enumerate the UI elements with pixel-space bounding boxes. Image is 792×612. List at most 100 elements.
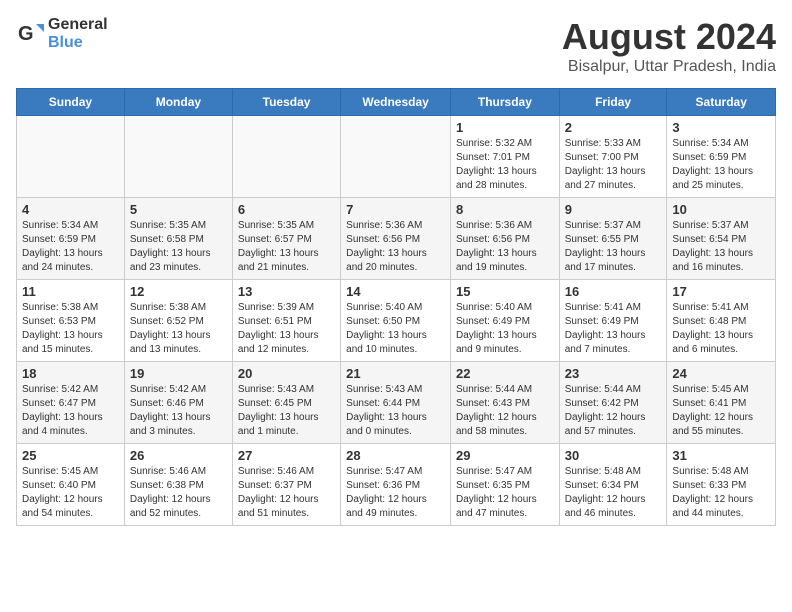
day-number: 9 — [565, 202, 662, 217]
calendar-cell: 18Sunrise: 5:42 AM Sunset: 6:47 PM Dayli… — [17, 362, 125, 444]
day-number: 23 — [565, 366, 662, 381]
day-number: 7 — [346, 202, 445, 217]
day-info: Sunrise: 5:34 AM Sunset: 6:59 PM Dayligh… — [22, 219, 119, 275]
calendar-cell: 2Sunrise: 5:33 AM Sunset: 7:00 PM Daylig… — [559, 116, 667, 198]
calendar-cell: 12 Sunrise: 5:38 AM Sunset: 6:52 PM Dayli… — [124, 280, 232, 362]
calendar-cell: 17 Sunrise: 5:41 AM Sunset: 6:48 PM Dayli… — [667, 280, 776, 362]
calendar-cell: 14Sunrise: 5:40 AM Sunset: 6:50 PM Dayli… — [341, 280, 451, 362]
calendar-cell — [232, 116, 340, 198]
day-number: 24 — [672, 366, 770, 381]
day-number: 20 — [238, 366, 335, 381]
week-row-5: 25 Sunrise: 5:45 AM Sunset: 6:40 PM Dayli… — [17, 444, 776, 526]
day-info: Sunrise: 5:37 AM Sunset: 6:54 PM Dayligh… — [672, 219, 770, 275]
day-info: Sunrise: 5:38 AM Sunset: 6:53 PM Dayligh… — [22, 301, 119, 357]
header-cell-friday: Friday — [559, 89, 667, 116]
header-cell-thursday: Thursday — [450, 89, 559, 116]
week-row-3: 11 Sunrise: 5:38 AM Sunset: 6:53 PM Dayli… — [17, 280, 776, 362]
calendar-cell: 25 Sunrise: 5:45 AM Sunset: 6:40 PM Dayli… — [17, 444, 125, 526]
calendar-header: SundayMondayTuesdayWednesdayThursdayFrid… — [17, 89, 776, 116]
day-info: Sunrise: 5:34 AM Sunset: 6:59 PM Dayligh… — [672, 137, 770, 193]
subtitle: Bisalpur, Uttar Pradesh, India — [562, 58, 776, 76]
calendar-cell: 3 Sunrise: 5:34 AM Sunset: 6:59 PM Daylig… — [667, 116, 776, 198]
logo-icon: G — [16, 20, 44, 48]
day-info: Sunrise: 5:43 AM Sunset: 6:44 PM Dayligh… — [346, 383, 445, 439]
calendar-cell: 1 Sunrise: 5:32 AM Sunset: 7:01 PM Daylig… — [450, 116, 559, 198]
calendar-cell: 29Sunrise: 5:47 AM Sunset: 6:35 PM Dayli… — [450, 444, 559, 526]
day-number: 18 — [22, 366, 119, 381]
day-info: Sunrise: 5:36 AM Sunset: 6:56 PM Dayligh… — [346, 219, 445, 275]
calendar-cell: 15Sunrise: 5:40 AM Sunset: 6:49 PM Dayli… — [450, 280, 559, 362]
calendar-cell: 20 Sunrise: 5:43 AM Sunset: 6:45 PM Dayli… — [232, 362, 340, 444]
header-cell-saturday: Saturday — [667, 89, 776, 116]
header: G General Blue August 2024 Bisalpur, Utt… — [16, 16, 776, 76]
calendar-cell: 16 Sunrise: 5:41 AM Sunset: 6:49 PM Dayli… — [559, 280, 667, 362]
day-number: 31 — [672, 448, 770, 463]
svg-text:G: G — [18, 23, 34, 45]
calendar-cell: 11 Sunrise: 5:38 AM Sunset: 6:53 PM Dayli… — [17, 280, 125, 362]
day-info: Sunrise: 5:48 AM Sunset: 6:33 PM Dayligh… — [672, 465, 770, 521]
day-info: Sunrise: 5:42 AM Sunset: 6:46 PM Dayligh… — [130, 383, 227, 439]
header-cell-monday: Monday — [124, 89, 232, 116]
day-number: 21 — [346, 366, 445, 381]
day-number: 1 — [456, 120, 554, 135]
calendar-cell: 6 Sunrise: 5:35 AM Sunset: 6:57 PM Daylig… — [232, 198, 340, 280]
main-title: August 2024 — [562, 16, 776, 58]
day-info: Sunrise: 5:44 AM Sunset: 6:43 PM Dayligh… — [456, 383, 554, 439]
day-info: Sunrise: 5:35 AM Sunset: 6:58 PM Dayligh… — [130, 219, 227, 275]
calendar-cell: 27 Sunrise: 5:46 AM Sunset: 6:37 PM Dayli… — [232, 444, 340, 526]
title-area: August 2024 Bisalpur, Uttar Pradesh, Ind… — [562, 16, 776, 76]
day-number: 16 — [565, 284, 662, 299]
day-info: Sunrise: 5:46 AM Sunset: 6:37 PM Dayligh… — [238, 465, 335, 521]
day-info: Sunrise: 5:48 AM Sunset: 6:34 PM Dayligh… — [565, 465, 662, 521]
day-info: Sunrise: 5:45 AM Sunset: 6:40 PM Dayligh… — [22, 465, 119, 521]
logo: G General Blue — [16, 16, 108, 51]
calendar-cell: 23 Sunrise: 5:44 AM Sunset: 6:42 PM Dayli… — [559, 362, 667, 444]
day-number: 8 — [456, 202, 554, 217]
day-number: 27 — [238, 448, 335, 463]
day-info: Sunrise: 5:32 AM Sunset: 7:01 PM Dayligh… — [456, 137, 554, 193]
calendar-cell: 4Sunrise: 5:34 AM Sunset: 6:59 PM Daylig… — [17, 198, 125, 280]
day-info: Sunrise: 5:38 AM Sunset: 6:52 PM Dayligh… — [130, 301, 227, 357]
week-row-2: 4Sunrise: 5:34 AM Sunset: 6:59 PM Daylig… — [17, 198, 776, 280]
day-number: 13 — [238, 284, 335, 299]
calendar-cell — [341, 116, 451, 198]
day-number: 25 — [22, 448, 119, 463]
day-number: 22 — [456, 366, 554, 381]
day-number: 3 — [672, 120, 770, 135]
calendar-cell: 9 Sunrise: 5:37 AM Sunset: 6:55 PM Daylig… — [559, 198, 667, 280]
header-cell-wednesday: Wednesday — [341, 89, 451, 116]
day-info: Sunrise: 5:33 AM Sunset: 7:00 PM Dayligh… — [565, 137, 662, 193]
day-number: 17 — [672, 284, 770, 299]
calendar-cell: 7 Sunrise: 5:36 AM Sunset: 6:56 PM Daylig… — [341, 198, 451, 280]
calendar-cell: 28Sunrise: 5:47 AM Sunset: 6:36 PM Dayli… — [341, 444, 451, 526]
day-number: 29 — [456, 448, 554, 463]
calendar-cell: 21 Sunrise: 5:43 AM Sunset: 6:44 PM Dayli… — [341, 362, 451, 444]
week-row-4: 18Sunrise: 5:42 AM Sunset: 6:47 PM Dayli… — [17, 362, 776, 444]
day-info: Sunrise: 5:39 AM Sunset: 6:51 PM Dayligh… — [238, 301, 335, 357]
calendar-cell: 24Sunrise: 5:45 AM Sunset: 6:41 PM Dayli… — [667, 362, 776, 444]
day-info: Sunrise: 5:35 AM Sunset: 6:57 PM Dayligh… — [238, 219, 335, 275]
calendar-cell — [17, 116, 125, 198]
day-info: Sunrise: 5:47 AM Sunset: 6:36 PM Dayligh… — [346, 465, 445, 521]
day-number: 30 — [565, 448, 662, 463]
day-info: Sunrise: 5:41 AM Sunset: 6:48 PM Dayligh… — [672, 301, 770, 357]
calendar-cell: 8 Sunrise: 5:36 AM Sunset: 6:56 PM Daylig… — [450, 198, 559, 280]
calendar-cell — [124, 116, 232, 198]
day-info: Sunrise: 5:40 AM Sunset: 6:49 PM Dayligh… — [456, 301, 554, 357]
calendar-cell: 19Sunrise: 5:42 AM Sunset: 6:46 PM Dayli… — [124, 362, 232, 444]
day-info: Sunrise: 5:36 AM Sunset: 6:56 PM Dayligh… — [456, 219, 554, 275]
calendar-cell: 10 Sunrise: 5:37 AM Sunset: 6:54 PM Dayli… — [667, 198, 776, 280]
day-number: 10 — [672, 202, 770, 217]
header-row: SundayMondayTuesdayWednesdayThursdayFrid… — [17, 89, 776, 116]
logo-general: General — [48, 16, 108, 34]
day-number: 6 — [238, 202, 335, 217]
day-info: Sunrise: 5:37 AM Sunset: 6:55 PM Dayligh… — [565, 219, 662, 275]
day-info: Sunrise: 5:41 AM Sunset: 6:49 PM Dayligh… — [565, 301, 662, 357]
day-info: Sunrise: 5:43 AM Sunset: 6:45 PM Dayligh… — [238, 383, 335, 439]
calendar-cell: 30 Sunrise: 5:48 AM Sunset: 6:34 PM Dayli… — [559, 444, 667, 526]
calendar-cell: 22 Sunrise: 5:44 AM Sunset: 6:43 PM Dayli… — [450, 362, 559, 444]
header-cell-sunday: Sunday — [17, 89, 125, 116]
day-info: Sunrise: 5:44 AM Sunset: 6:42 PM Dayligh… — [565, 383, 662, 439]
day-number: 12 — [130, 284, 227, 299]
day-number: 11 — [22, 284, 119, 299]
